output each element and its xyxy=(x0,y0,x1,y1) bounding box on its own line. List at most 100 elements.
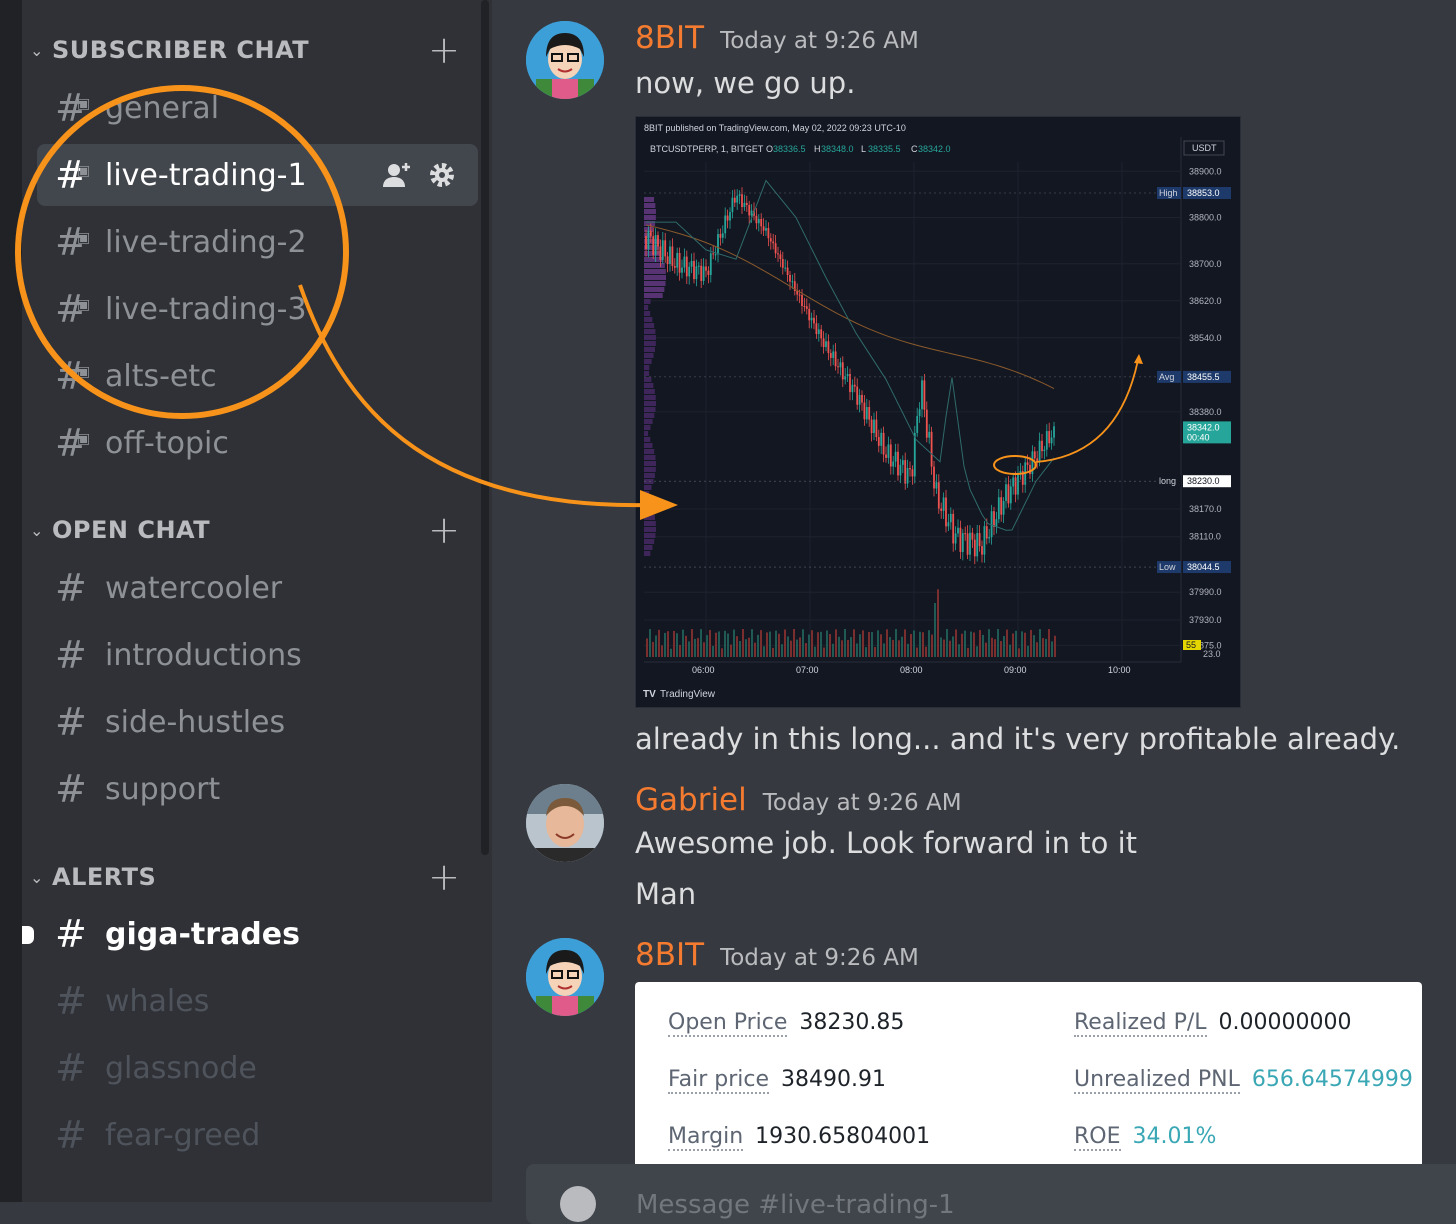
volume-bar xyxy=(1018,648,1020,657)
volume-bar xyxy=(661,645,663,657)
volume-bar xyxy=(733,629,735,657)
candle-body xyxy=(937,482,940,509)
create-channel-icon[interactable]: + xyxy=(428,858,460,896)
volume-profile-bar xyxy=(644,461,656,466)
category-open-chat[interactable]: ⌄ OPEN CHAT + xyxy=(30,510,460,550)
candle-body xyxy=(781,258,784,268)
channel-live-trading-1[interactable]: # ▣ live-trading-1 xyxy=(37,144,478,206)
candle-body xyxy=(829,353,832,358)
volume-profile-bar xyxy=(644,527,656,532)
channel-live-trading-3[interactable]: # ▣ live-trading-3 xyxy=(37,278,478,340)
candle-body xyxy=(714,254,717,256)
candle-body xyxy=(887,444,890,458)
create-channel-icon[interactable]: + xyxy=(428,511,460,549)
channel-side-hustles[interactable]: # side-hustles xyxy=(37,691,478,753)
candle-body xyxy=(858,394,861,405)
category-alerts[interactable]: ⌄ ALERTS + xyxy=(30,857,460,897)
volume-bar xyxy=(958,644,960,657)
volume-bar xyxy=(769,631,771,657)
volume-bar xyxy=(874,647,876,657)
volume-profile-bar xyxy=(644,365,650,370)
channel-glassnode[interactable]: # glassnode xyxy=(37,1037,478,1099)
upload-plus-icon[interactable] xyxy=(560,1186,596,1222)
avatar-gabriel-icon xyxy=(526,784,604,862)
candle-body xyxy=(729,212,731,221)
chart-image[interactable]: 8BIT published on TradingView.com, May 0… xyxy=(635,116,1241,708)
author-name[interactable]: Gabriel xyxy=(635,782,747,818)
channel-watercooler[interactable]: # watercooler xyxy=(37,557,478,619)
volume-profile-bar xyxy=(644,371,650,376)
volume-bar xyxy=(814,646,816,657)
locked-channel-icon: # ▣ xyxy=(55,287,91,331)
volume-profile-bar xyxy=(644,383,654,388)
channel-off-topic[interactable]: # ▣ off-topic xyxy=(37,412,478,474)
create-channel-icon[interactable]: + xyxy=(428,31,460,69)
volume-bar xyxy=(742,629,744,657)
volume-profile-bar xyxy=(644,353,654,358)
volume-bar xyxy=(856,643,858,657)
volume-bar xyxy=(691,629,693,657)
price-tag-value: 38455.5 xyxy=(1187,372,1220,382)
invite-member-icon[interactable] xyxy=(382,160,412,190)
volume-profile-bar xyxy=(644,503,652,508)
candle-body xyxy=(803,305,806,307)
channel-live-trading-2[interactable]: # ▣ live-trading-2 xyxy=(37,211,478,273)
candle-body xyxy=(683,256,686,268)
tradingview-logo-icon: TV xyxy=(643,689,656,700)
candle-body xyxy=(652,236,655,255)
channel-fear-greed[interactable]: # fear-greed xyxy=(37,1104,478,1166)
volume-profile-bar xyxy=(644,293,663,298)
candle-body xyxy=(726,215,729,221)
channel-introductions[interactable]: # introductions xyxy=(37,624,478,686)
channel-general[interactable]: # ▣ general xyxy=(37,77,478,139)
candle-body xyxy=(659,246,662,260)
volume-bar xyxy=(964,630,966,657)
channel-alts-etc[interactable]: # ▣ alts-etc xyxy=(37,345,478,407)
category-subscriber-chat[interactable]: ⌄ SUBSCRIBER CHAT + xyxy=(30,30,460,70)
sidebar-scrollbar[interactable] xyxy=(481,0,489,855)
volume-bar xyxy=(904,629,906,657)
volume-bar xyxy=(694,638,696,657)
volume-profile-bar xyxy=(644,467,656,472)
candle-body xyxy=(1033,451,1036,459)
avatar[interactable] xyxy=(526,938,604,1016)
volume-bar xyxy=(979,630,981,657)
avatar[interactable] xyxy=(526,784,604,862)
candle-body xyxy=(834,351,837,367)
volume-bar xyxy=(1030,629,1032,657)
candle-body xyxy=(942,497,945,511)
channel-hash-icon: # xyxy=(55,700,87,744)
candle-body xyxy=(733,197,736,203)
candle-body xyxy=(705,266,707,271)
channel-support[interactable]: # support xyxy=(37,758,478,820)
price-tag-value: 38044.5 xyxy=(1187,562,1220,572)
candle-body xyxy=(676,252,679,268)
author-name[interactable]: 8BIT xyxy=(635,20,704,56)
candle-body xyxy=(1005,484,1007,501)
candle-body xyxy=(1009,486,1012,504)
position-screenshot[interactable]: Open Price 38230.85 Fair price 38490.91 … xyxy=(635,982,1422,1182)
volume-profile-bar xyxy=(644,497,650,502)
chart-ohlc: O 38336.5 H 38348.0 L 38335.5 C 38342.0 xyxy=(766,144,951,154)
avatar[interactable] xyxy=(526,21,604,99)
volume-bar xyxy=(844,629,846,657)
locked-channel-icon: # ▣ xyxy=(55,354,91,398)
message-input[interactable]: Message #live-trading-1 xyxy=(526,1164,1456,1224)
volume-bar xyxy=(859,634,861,657)
candle-body xyxy=(717,234,719,255)
candle-body xyxy=(654,235,657,255)
candle-body xyxy=(973,539,976,557)
candle-body xyxy=(712,253,715,255)
author-name[interactable]: 8BIT xyxy=(635,937,704,973)
candle-body xyxy=(825,341,827,348)
volume-profile-bar xyxy=(644,419,653,424)
volume-bar xyxy=(883,643,885,657)
volume-profile-bar xyxy=(644,491,650,496)
volume-profile-bar xyxy=(644,443,653,448)
gear-icon[interactable] xyxy=(428,161,456,189)
channel-whales[interactable]: # whales xyxy=(37,970,478,1032)
message-text: now, we go up. xyxy=(635,66,856,100)
candle-body xyxy=(832,351,835,358)
volume-bar xyxy=(1009,644,1011,657)
channel-giga-trades[interactable]: # giga-trades xyxy=(37,903,478,965)
